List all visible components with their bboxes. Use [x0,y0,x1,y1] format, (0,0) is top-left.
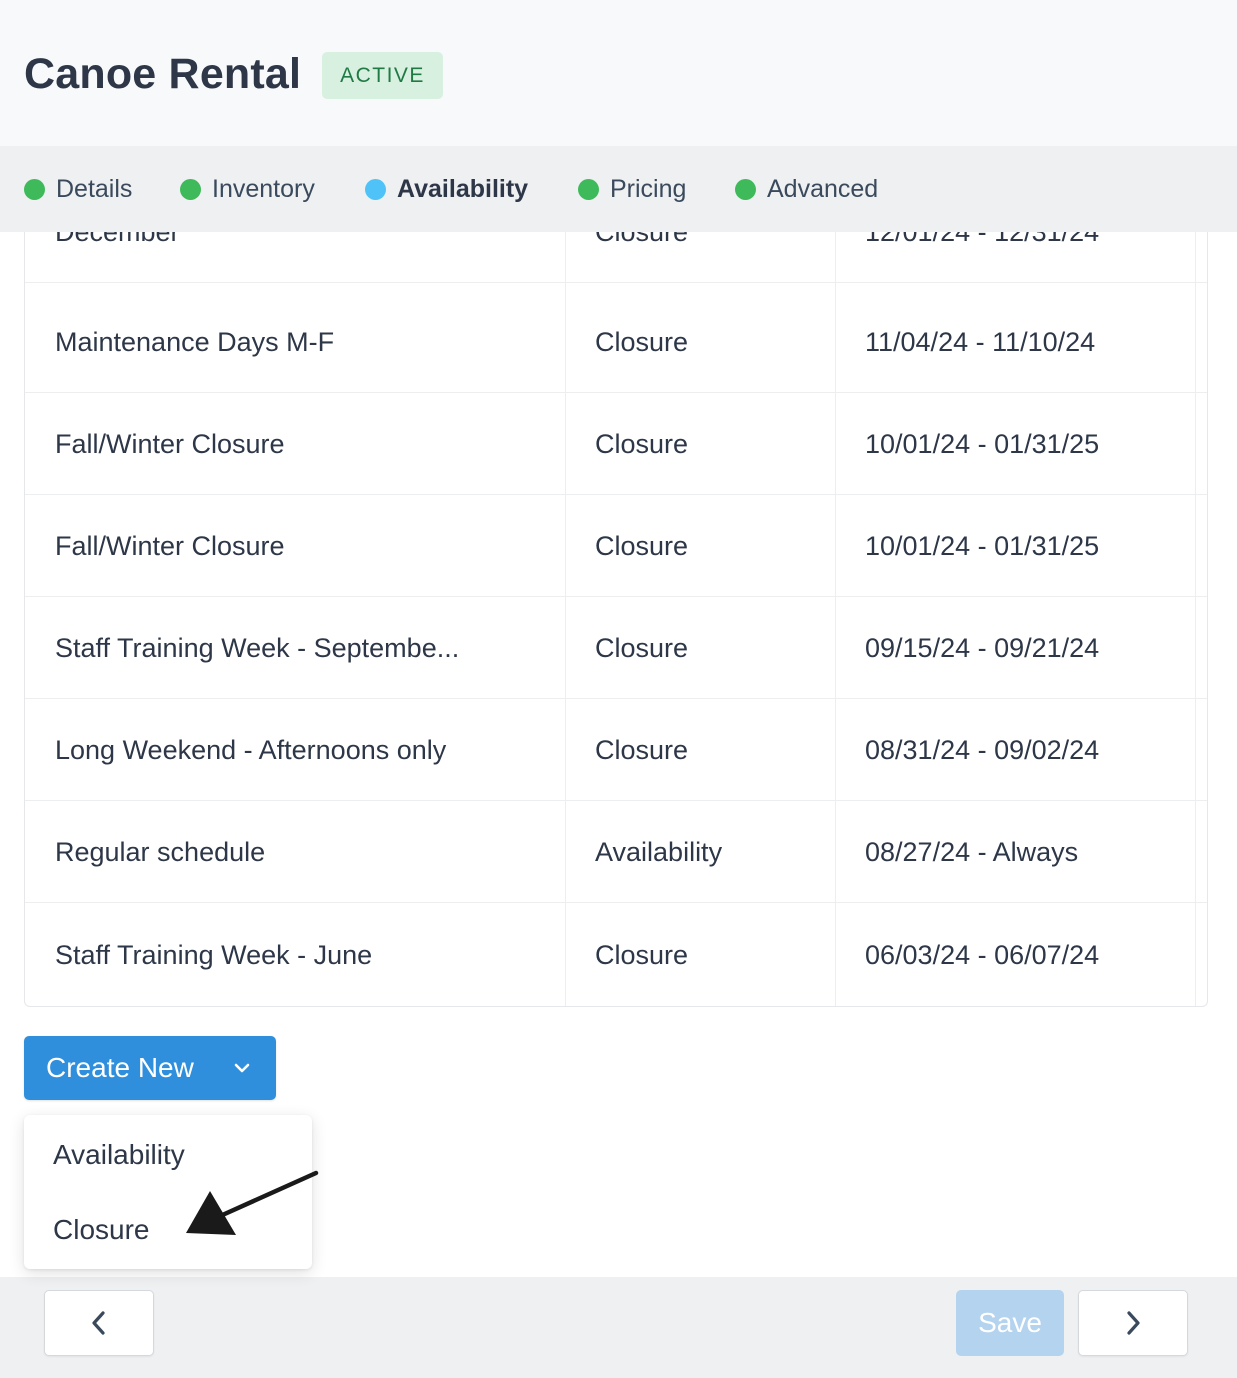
table-row[interactable]: Staff Training Week - June Closure 06/03… [25,904,1207,1006]
page-title: Canoe Rental [24,50,302,98]
tab-advanced[interactable]: Advanced [735,146,878,232]
table-row[interactable]: Regular schedule Availability 08/27/24 -… [25,801,1207,903]
rule-type: Closure [595,326,689,357]
table-row[interactable]: Fall/Winter Closure Closure 10/01/24 - 0… [25,495,1207,597]
table-row[interactable]: December Closure 12/01/24 - 12/31/24 [25,232,1207,283]
status-dot-icon [735,178,756,200]
tab-label: Advanced [767,174,879,203]
rules-table: December Closure 12/01/24 - 12/31/24 Mai… [24,232,1208,1007]
rule-dates: 09/15/24 - 09/21/24 [865,632,1100,663]
save-button[interactable]: Save [956,1290,1064,1356]
rule-dates: 08/27/24 - Always [865,836,1079,867]
rule-type: Closure [595,428,689,459]
rule-name: Fall/Winter Closure [55,530,285,561]
status-dot-icon [365,178,386,200]
rule-type: Closure [595,632,689,663]
tab-details[interactable]: Details [24,146,132,232]
status-dot-icon [578,178,599,200]
rule-dates: 12/01/24 - 12/31/24 [865,232,1195,283]
tab-inventory[interactable]: Inventory [180,146,315,232]
tab-label: Details [56,174,133,203]
rule-name: Regular schedule [55,836,266,867]
tab-label: Availability [397,174,529,203]
rule-type: Closure [595,734,689,765]
table-row[interactable]: Staff Training Week - Septembe... Closur… [25,597,1207,699]
rule-type: Closure [595,232,835,283]
rule-type: Closure [595,939,689,970]
table-row[interactable]: Long Weekend - Afternoons only Closure 0… [25,699,1207,801]
table-row[interactable]: Fall/Winter Closure Closure 10/01/24 - 0… [25,393,1207,495]
status-dot-icon [24,178,45,200]
create-new-button[interactable]: Create New [24,1036,276,1100]
rule-name: Staff Training Week - June [55,939,373,970]
rule-name: Staff Training Week - Septembe... [55,632,460,663]
rule-type: Closure [595,530,689,561]
rule-name: December [55,232,535,283]
tab-label: Inventory [212,174,315,203]
rule-dates: 10/01/24 - 01/31/25 [865,428,1100,459]
rule-dates: 10/01/24 - 01/31/25 [865,530,1100,561]
rule-dates: 06/03/24 - 06/07/24 [865,939,1100,970]
create-new-label: Create New [46,1052,194,1083]
status-badge: ACTIVE [322,52,443,99]
footer-bar: Save [0,1277,1237,1378]
next-button[interactable] [1078,1290,1188,1356]
rule-name: Maintenance Days M-F [55,326,335,357]
tab-pricing[interactable]: Pricing [578,146,686,232]
rule-type: Availability [595,836,723,867]
tab-availability[interactable]: Availability [365,146,528,232]
chevron-left-icon [92,1311,105,1335]
rule-dates: 08/31/24 - 09/02/24 [865,734,1100,765]
rule-name: Fall/Winter Closure [55,428,285,459]
annotation-arrow-icon [186,1170,319,1235]
rule-name: Long Weekend - Afternoons only [55,734,447,765]
step-navigation: Details Inventory Availability Pricing A… [0,146,1237,232]
previous-button[interactable] [44,1290,154,1356]
page-header: Canoe Rental ACTIVE [0,0,1237,146]
chevron-down-icon [234,1063,250,1073]
tab-label: Pricing [610,174,687,203]
table-row[interactable]: Maintenance Days M-F Closure 11/04/24 - … [25,291,1207,393]
status-dot-icon [180,178,201,200]
page: Canoe Rental ACTIVE Details Inventory Av… [0,0,1237,1378]
chevron-right-icon [1127,1311,1140,1335]
rule-dates: 11/04/24 - 11/10/24 [865,326,1096,357]
